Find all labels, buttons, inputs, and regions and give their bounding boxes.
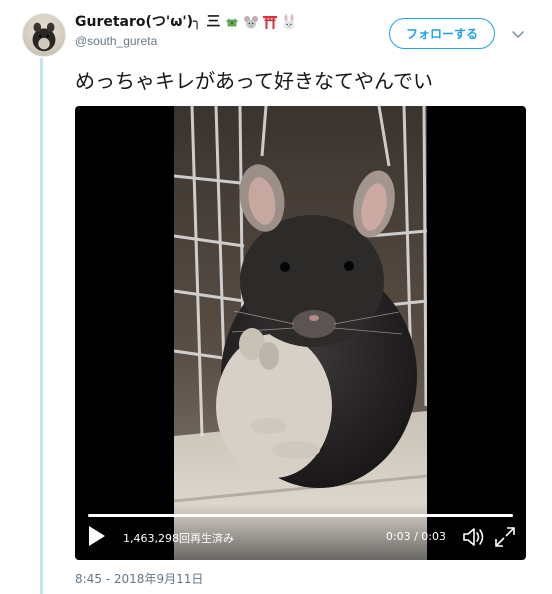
thread-line (40, 58, 43, 594)
more-options-button[interactable] (508, 24, 528, 44)
follow-button[interactable]: フォローする (389, 18, 495, 49)
user-info[interactable]: Guretaro(つ'ω')╮ 三 @south_gureta (75, 12, 297, 49)
tweet-text: めっちゃキレがあって好きなてやんでい (75, 69, 433, 93)
display-name[interactable]: Guretaro(つ'ω')╮ 三 (75, 12, 297, 32)
torii-gate-icon (263, 16, 278, 29)
fullscreen-icon (495, 527, 515, 547)
chinchilla-video-image (174, 106, 427, 560)
avatar[interactable] (22, 13, 66, 57)
chinchilla-avatar-image (32, 22, 56, 52)
video-player[interactable]: 1,463,298回再生済み 0:03 / 0:03 (75, 106, 526, 560)
play-button[interactable] (87, 524, 107, 548)
display-name-text: Guretaro(つ'ω')╮ 三 (75, 14, 221, 30)
volume-button[interactable] (462, 526, 486, 548)
volume-icon (463, 528, 484, 546)
view-count: 1,463,298回再生済み (123, 532, 234, 545)
money-with-wings-icon (225, 18, 240, 27)
progress-fill (88, 514, 513, 517)
chevron-down-icon (512, 31, 524, 38)
video-frame[interactable] (174, 106, 427, 560)
fullscreen-button[interactable] (494, 526, 516, 548)
emoji-row (224, 14, 297, 30)
tweet-timestamp[interactable]: 8:45 - 2018年9月11日 (75, 570, 203, 587)
play-icon (89, 526, 105, 546)
user-handle[interactable]: @south_gureta (75, 33, 297, 49)
video-controls: 1,463,298回再生済み 0:03 / 0:03 (75, 504, 526, 560)
progress-bar[interactable] (88, 514, 513, 517)
time-display: 0:03 / 0:03 (385, 530, 446, 543)
rabbit-face-icon (283, 14, 295, 30)
mouse-face-icon (244, 16, 259, 29)
